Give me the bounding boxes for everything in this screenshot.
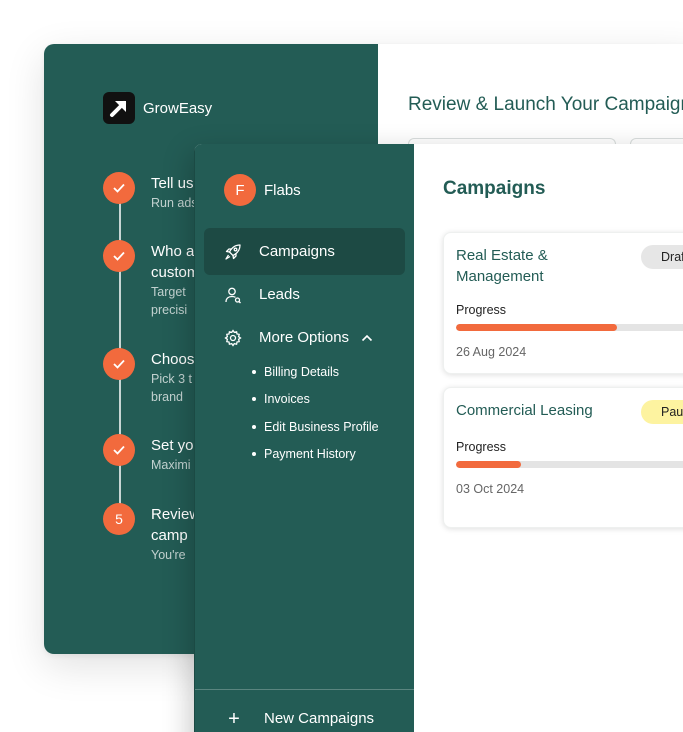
brand-name: GrowEasy [143,99,213,117]
submenu-item-billing-details[interactable]: Billing Details [252,358,379,386]
step-check-icon [103,172,135,204]
step-subtitle: Maximi [151,458,191,472]
campaign-title: Commercial Leasing [456,402,593,419]
gear-icon [224,328,242,347]
step-title: Tell us [151,175,194,192]
status-badge: Paused [641,400,683,424]
status-badge: Draft [641,245,683,269]
submenu-item-edit-business-profile[interactable]: Edit Business Profile [252,413,379,441]
sidebar-divider [195,689,414,690]
campaign-date: 26 Aug 2024 [456,345,527,359]
wizard-step[interactable]: Tell us Run ads [103,172,198,212]
nav-item-campaigns[interactable]: Campaigns [204,228,405,275]
wizard-step[interactable]: Set yo Maximi [103,434,194,474]
progress-label: Progress [456,303,507,317]
page-title: Campaigns [443,178,546,199]
step-title: Who a custom [151,243,200,281]
progress-bar [456,324,683,331]
step-subtitle: Run ads [151,196,198,210]
progress-bar [456,461,683,468]
step-check-icon [103,434,135,466]
campaigns-panel: Campaigns Real Estate & Management Draft… [414,144,683,732]
chevron-up-icon[interactable] [361,331,375,345]
progress-fill [456,461,521,468]
avatar: F [224,174,256,206]
step-subtitle: You're [151,548,186,562]
dashboard-sidebar: F Flabs Campaigns Leads More Options Bil… [194,144,414,732]
nav-label: More Options [259,329,350,346]
more-options-submenu: Billing Details Invoices Edit Business P… [252,358,379,468]
step-title: Review camp [151,506,201,544]
nav-label: Leads [259,286,300,303]
step-check-icon [103,240,135,272]
progress-label: Progress [456,440,507,454]
step-title: Set yo [151,437,194,454]
submenu-item-payment-history[interactable]: Payment History [252,441,379,469]
step-title: Choos [151,351,195,368]
arrow-up-right-icon [103,92,135,124]
nav-item-more-options[interactable]: More Options [204,314,405,361]
nav-label: Campaigns [259,243,335,260]
step-subtitle: Target precisi [151,285,188,317]
step-subtitle: Pick 3 t brand [151,372,192,404]
wizard-step[interactable]: Choos Pick 3 t brand [103,348,194,406]
dashboard-window: F Flabs Campaigns Leads More Options Bil… [194,144,683,732]
submenu-item-invoices[interactable]: Invoices [252,386,379,414]
nav-item-leads[interactable]: Leads [204,271,405,318]
wizard-step[interactable]: Who a custom Target precisi [103,240,199,319]
campaign-title: Real Estate & Management [456,247,548,285]
step-check-icon [103,348,135,380]
campaign-card[interactable]: Real Estate & Management Draft Progress … [443,232,683,374]
brand[interactable]: GrowEasy [103,92,212,124]
step-number: 5 [103,503,135,535]
user-profile[interactable]: F Flabs [224,174,301,206]
wizard-step-current[interactable]: 5 Review camp You're [103,503,200,564]
progress-fill [456,324,618,331]
new-campaigns-label: New Campaigns [264,710,375,727]
wizard-title: Review & Launch Your Campaign [408,94,683,115]
campaign-date: 03 Oct 2024 [456,482,525,496]
user-icon [224,286,242,304]
plus-icon: + [228,707,240,730]
campaign-card[interactable]: Commercial Leasing Paused Progress 03 Oc… [443,387,683,528]
user-name: Flabs [264,181,301,199]
rocket-icon [224,243,242,261]
new-campaigns-button[interactable]: + New Campaigns [226,707,375,730]
